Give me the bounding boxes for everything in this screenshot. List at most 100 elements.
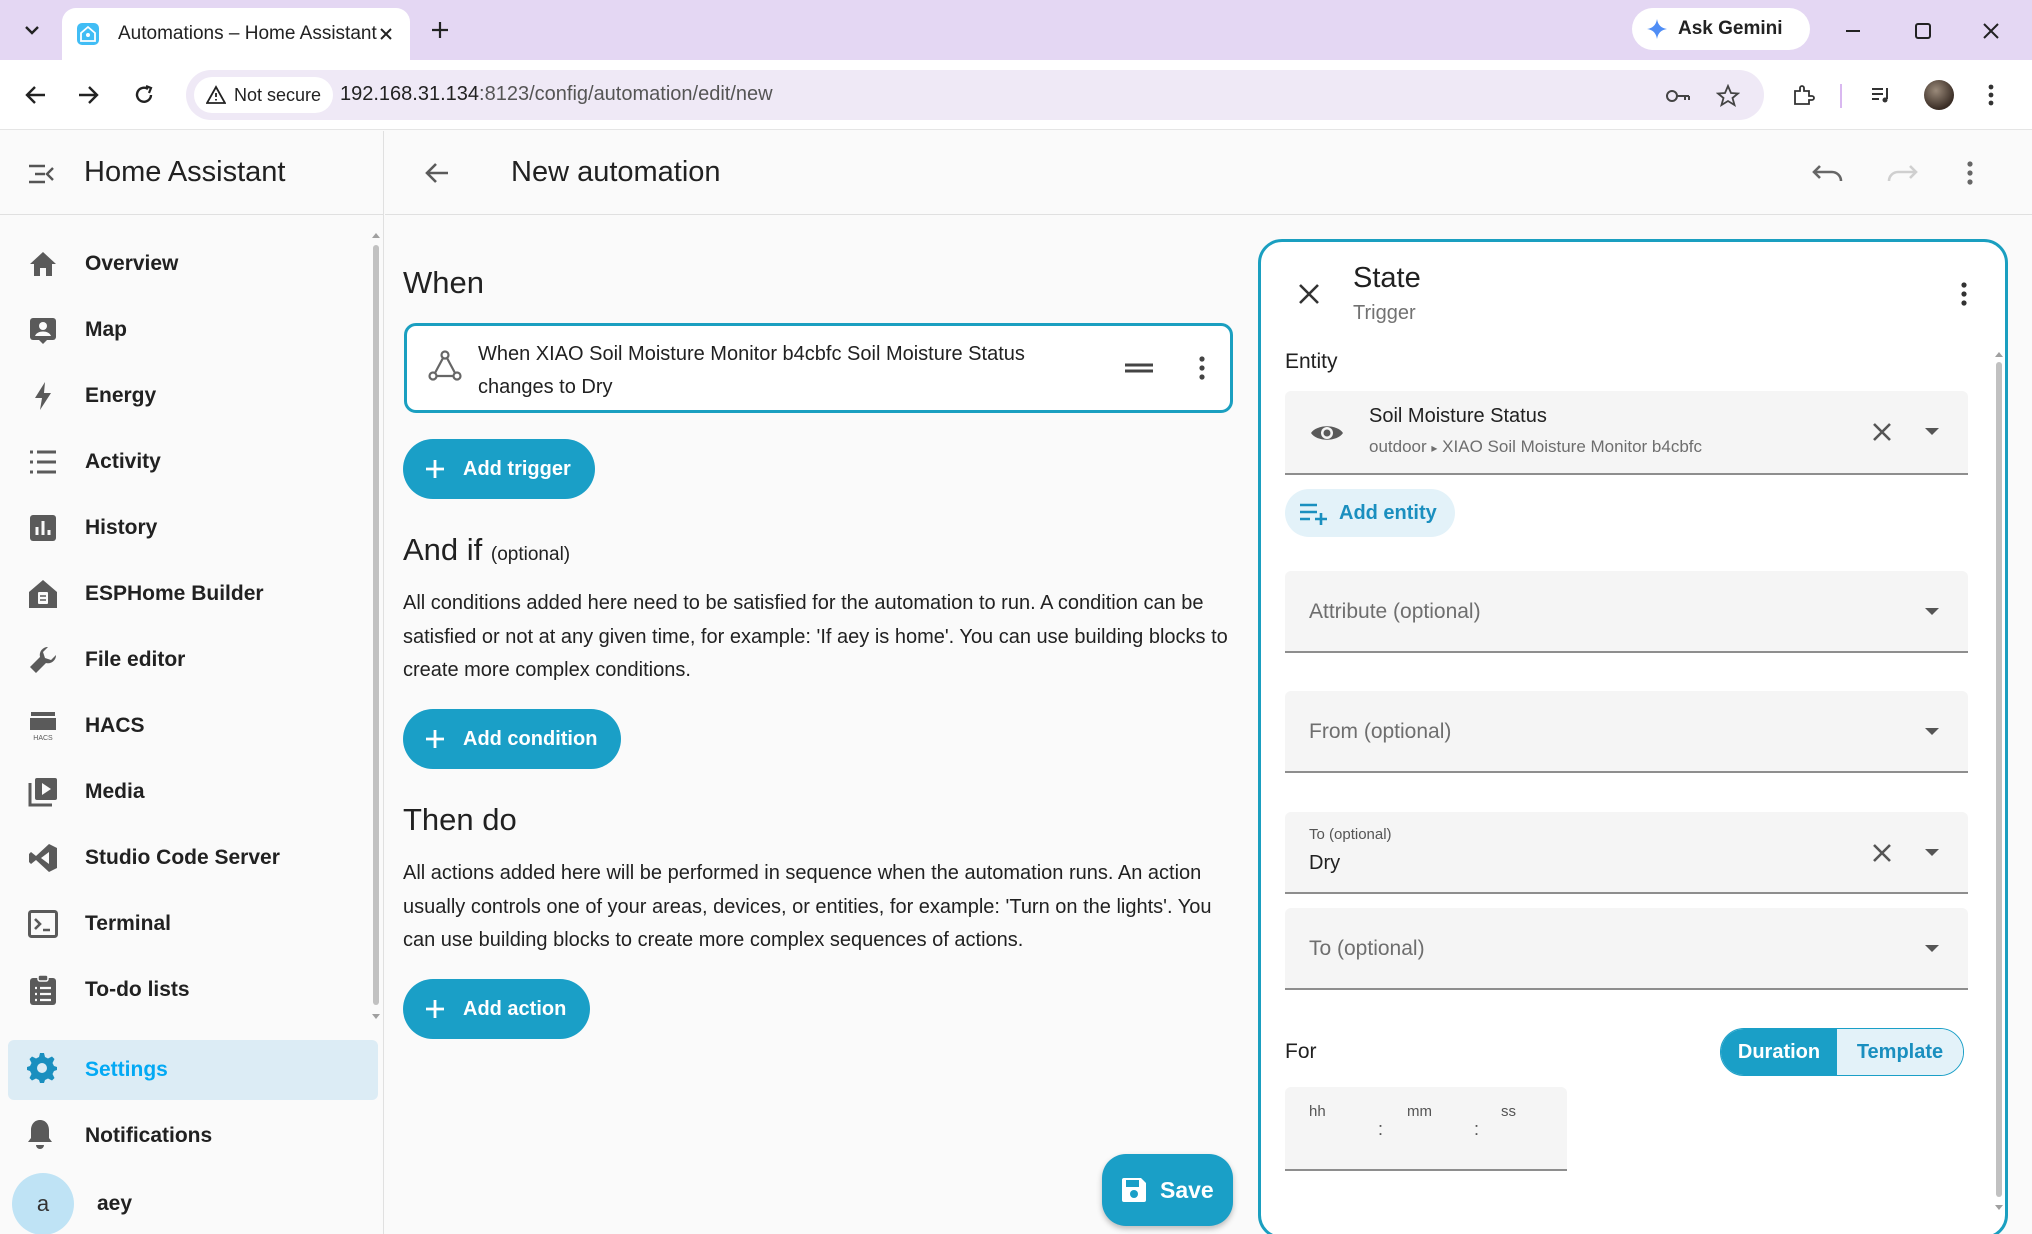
sidebar-item-terminal[interactable]: Terminal: [0, 891, 376, 957]
toolbar-separator: [1840, 84, 1842, 108]
panel-scrollbar[interactable]: [1995, 350, 2003, 1212]
chevron-down-icon[interactable]: [1920, 420, 1944, 444]
add-entity-label: Add entity: [1339, 501, 1437, 524]
floppy-disk-icon: [1122, 1178, 1146, 1202]
add-action-label: Add action: [463, 997, 567, 1020]
cog-icon: [26, 1052, 58, 1089]
trigger-overflow-icon[interactable]: [1186, 352, 1218, 384]
chevron-down-icon[interactable]: [1920, 937, 1944, 961]
add-trigger-button[interactable]: Add trigger: [403, 439, 595, 499]
sidebar-item-energy[interactable]: Energy: [0, 363, 376, 429]
reload-icon[interactable]: [126, 77, 162, 113]
hours-field[interactable]: hh: [1309, 1103, 1326, 1120]
drag-handle-icon[interactable]: [1123, 352, 1155, 384]
bookmark-star-icon[interactable]: [1714, 82, 1742, 110]
tab-search-chevron-icon[interactable]: [18, 16, 46, 44]
browser-menu-icon[interactable]: [1974, 78, 2008, 112]
sidebar-item-label: Studio Code Server: [85, 846, 280, 869]
sidebar-item-todo-lists[interactable]: To-do lists: [0, 957, 376, 1023]
from-select[interactable]: From (optional): [1285, 691, 1968, 773]
minimize-icon[interactable]: [1836, 14, 1870, 48]
media-queue-icon[interactable]: [1864, 78, 1898, 112]
sidebar-item-notifications[interactable]: Notifications: [0, 1103, 380, 1169]
browser-tab-bar: Automations – Home Assistant Ask Gemini: [0, 0, 2032, 60]
sidebar-item-activity[interactable]: Activity: [0, 429, 376, 495]
seconds-field[interactable]: ss: [1501, 1103, 1516, 1120]
sidebar-item-label: Map: [85, 318, 127, 341]
undo-icon[interactable]: [1811, 156, 1845, 190]
svg-text:HACS: HACS: [33, 735, 53, 742]
template-option[interactable]: Template: [1837, 1029, 1963, 1075]
password-key-icon[interactable]: [1664, 82, 1692, 110]
sidebar-header: Home Assistant: [0, 131, 383, 215]
ask-gemini-button[interactable]: Ask Gemini: [1632, 8, 1810, 50]
save-button[interactable]: Save: [1102, 1154, 1233, 1226]
and-if-heading: And if (optional): [403, 532, 571, 567]
add-action-button[interactable]: Add action: [403, 979, 591, 1039]
sidebar-item-overview[interactable]: Overview: [0, 231, 376, 297]
panel-overflow-icon[interactable]: [1948, 278, 1980, 310]
sidebar-item-map[interactable]: Map: [0, 297, 376, 363]
menu-collapse-icon[interactable]: [26, 159, 56, 189]
security-chip[interactable]: Not secure: [194, 77, 334, 113]
state-trigger-icon: [427, 348, 463, 384]
entity-label: Entity: [1285, 350, 1338, 373]
sidebar-item-esphome-builder[interactable]: ESPHome Builder: [0, 561, 376, 627]
console-icon: [26, 907, 60, 941]
sidebar-item-label: HACS: [85, 714, 145, 737]
entity-picker[interactable]: Soil Moisture Status outdoor ▸ XIAO Soil…: [1285, 391, 1968, 475]
window-close-icon[interactable]: [1974, 14, 2008, 48]
warning-triangle-icon: [206, 85, 226, 104]
duration-option[interactable]: Duration: [1721, 1029, 1837, 1075]
chevron-down-icon[interactable]: [1920, 720, 1944, 744]
redo-icon[interactable]: [1885, 156, 1919, 190]
sidebar-item-file-editor[interactable]: File editor: [0, 627, 376, 693]
url-text[interactable]: 192.168.31.134:8123/config/automation/ed…: [340, 83, 773, 106]
address-bar[interactable]: Not secure 192.168.31.134:8123/config/au…: [186, 70, 1764, 120]
lightning-bolt-icon: [26, 379, 60, 413]
tab-close-icon[interactable]: [377, 23, 396, 45]
format-list-icon: [26, 445, 60, 479]
esphome-icon: [26, 577, 60, 611]
gemini-sparkle-icon: [1647, 19, 1667, 39]
profile-avatar[interactable]: [1922, 78, 1956, 112]
browser-forward-icon[interactable]: [70, 77, 106, 113]
sidebar: Home Assistant Overview Map Energy Activ…: [0, 131, 384, 1234]
for-mode-toggle[interactable]: Duration Template: [1720, 1028, 1964, 1076]
add-entity-button[interactable]: Add entity: [1285, 489, 1455, 537]
chevron-down-icon[interactable]: [1920, 600, 1944, 624]
extensions-puzzle-icon[interactable]: [1786, 78, 1820, 112]
sidebar-item-label: Notifications: [85, 1124, 213, 1147]
add-condition-button[interactable]: Add condition: [403, 709, 622, 769]
duration-input[interactable]: hh : mm : ss: [1285, 1087, 1567, 1171]
clear-to-icon[interactable]: [1868, 839, 1896, 867]
maximize-icon[interactable]: [1906, 14, 1940, 48]
sidebar-item-hacs[interactable]: HACS HACS: [0, 693, 376, 759]
sidebar-item-history[interactable]: History: [0, 495, 376, 561]
minutes-field[interactable]: mm: [1407, 1103, 1432, 1120]
browser-back-icon[interactable]: [18, 77, 54, 113]
trigger-card[interactable]: When XIAO Soil Moisture Monitor b4cbfc S…: [404, 323, 1233, 413]
chevron-down-icon[interactable]: [1920, 841, 1944, 865]
overflow-menu-icon[interactable]: [1953, 156, 1987, 190]
sidebar-item-label: ESPHome Builder: [85, 582, 264, 605]
sidebar-scrollbar[interactable]: [371, 231, 381, 1021]
to-placeholder: To (optional): [1309, 937, 1425, 960]
hacs-icon: HACS: [26, 709, 60, 743]
sidebar-item-settings[interactable]: Settings: [8, 1040, 378, 1100]
add-condition-label: Add condition: [463, 727, 598, 750]
sidebar-user[interactable]: a aey: [0, 1171, 380, 1234]
back-arrow-icon[interactable]: [421, 157, 453, 189]
sidebar-item-studio-code-server[interactable]: Studio Code Server: [0, 825, 376, 891]
vscode-icon: [26, 841, 60, 875]
new-tab-plus-icon[interactable]: [424, 14, 456, 46]
close-icon[interactable]: [1293, 278, 1325, 310]
to-select-filled[interactable]: To (optional) Dry: [1285, 812, 1968, 894]
to-select-additional[interactable]: To (optional): [1285, 908, 1968, 990]
playlist-plus-icon: [1300, 503, 1327, 525]
browser-tab[interactable]: Automations – Home Assistant: [62, 8, 410, 60]
attribute-select[interactable]: Attribute (optional): [1285, 571, 1968, 653]
clear-entity-icon[interactable]: [1868, 418, 1896, 446]
sidebar-item-media[interactable]: Media: [0, 759, 376, 825]
plus-icon: [421, 455, 449, 483]
